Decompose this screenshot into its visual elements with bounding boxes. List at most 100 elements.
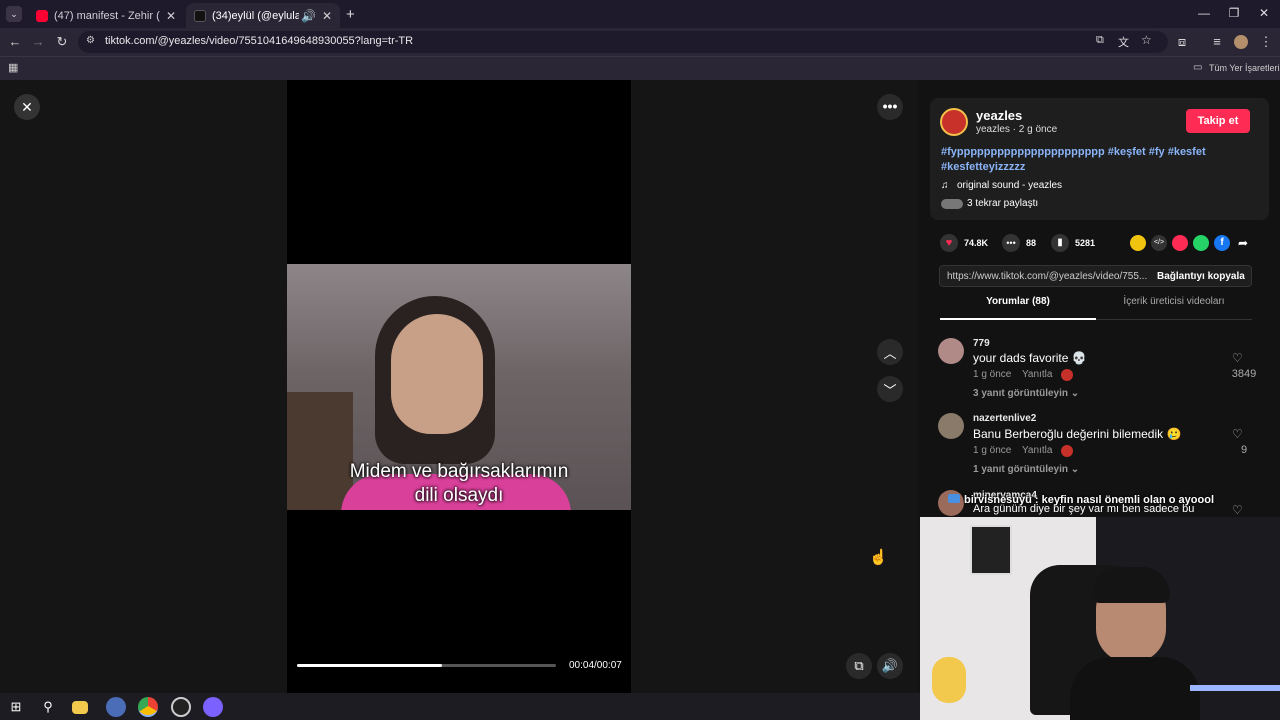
media-icon[interactable]: ≡ bbox=[1208, 34, 1226, 49]
tab-comments[interactable]: Yorumlar (88) bbox=[940, 296, 1096, 320]
windows-start-icon[interactable]: ⊞ bbox=[6, 697, 26, 717]
coin-icon[interactable] bbox=[1130, 235, 1146, 251]
poster-shape bbox=[970, 525, 1012, 575]
comment-icon: ••• bbox=[1002, 234, 1020, 252]
tab-creator-videos[interactable]: İçerik üreticisi videoları bbox=[1096, 296, 1252, 320]
comment-text: Banu Berberoğlu değerini bilemedik 🥲 bbox=[973, 427, 1182, 441]
video-player[interactable]: Midem ve bağırsaklarımın dili olsaydı 00… bbox=[287, 80, 631, 693]
file-explorer-icon[interactable] bbox=[72, 701, 88, 714]
tab-title: (34)eylül (@eylulakbyik) | Ti bbox=[212, 9, 299, 22]
apps-grid-icon[interactable]: ▦ bbox=[8, 61, 18, 74]
follow-label: Takip et bbox=[1197, 115, 1239, 127]
install-icon[interactable]: ⧉ bbox=[1096, 34, 1104, 47]
chat-text: birvisnesuyu : keyfin nasıl önemli olan … bbox=[964, 494, 1215, 506]
face-shape bbox=[391, 314, 483, 434]
toolbar: ← → ↻ ⚙ tiktok.com/@yeazles/video/755104… bbox=[0, 28, 1280, 56]
view-replies-button[interactable]: 3 yanıt görüntüleyin ⌄ bbox=[973, 388, 1079, 399]
tab-tiktok[interactable]: (34)eylül (@eylulakbyik) | Ti 🔊 ✕ bbox=[186, 3, 340, 28]
chrome-icon[interactable] bbox=[138, 697, 158, 717]
like-button[interactable]: ♥ 74.8K bbox=[940, 234, 988, 252]
chevron-down-icon[interactable]: ﹀ bbox=[877, 376, 903, 402]
search-icon[interactable]: ⚲ bbox=[38, 697, 58, 717]
address-bar[interactable]: ⚙ tiktok.com/@yeazles/video/755104164964… bbox=[78, 31, 1168, 53]
comment-heart-icon[interactable]: ♡ bbox=[1232, 351, 1243, 365]
close-icon[interactable]: ✕ bbox=[14, 94, 40, 120]
comment-username[interactable]: 779 bbox=[973, 338, 990, 349]
link-box: https://www.tiktok.com/@yeazles/video/75… bbox=[939, 265, 1252, 287]
comment-avatar[interactable] bbox=[938, 413, 964, 439]
tab-search-button[interactable]: ⌄ bbox=[6, 6, 22, 22]
video-frame: Midem ve bağırsaklarımın dili olsaydı bbox=[287, 264, 631, 510]
comment-item: nazertenlive2 Banu Berberoğlu değerini b… bbox=[938, 413, 1268, 479]
stream-chat-message: birvisnesuyu : keyfin nasıl önemli olan … bbox=[948, 494, 1214, 506]
save-button[interactable]: ▮ 5281 bbox=[1051, 234, 1095, 252]
progress-track[interactable] bbox=[297, 664, 556, 667]
tab-comments-label: Yorumlar (88) bbox=[986, 296, 1050, 307]
comment-item: 779 your dads favorite 💀 1 g önce Yanıtl… bbox=[938, 338, 1268, 404]
post-meta-card: yeazles yeazles · 2 g önce Takip et #fyp… bbox=[930, 98, 1269, 220]
chat-badge-icon bbox=[948, 494, 960, 503]
translate-icon[interactable]: 文 bbox=[1118, 34, 1129, 50]
extensions-icon[interactable]: ⧈ bbox=[1173, 34, 1191, 50]
link-text: https://www.tiktok.com/@yeazles/video/75… bbox=[947, 271, 1147, 282]
like-count: 74.8K bbox=[964, 238, 989, 248]
video-caption: Midem ve bağırsaklarımın dili olsaydı bbox=[287, 460, 631, 508]
site-info-icon[interactable]: ⚙ bbox=[86, 35, 95, 46]
comment-button[interactable]: ••• 88 bbox=[1002, 234, 1036, 252]
chevron-up-icon[interactable]: ︿ bbox=[877, 339, 903, 365]
share-arrow-icon[interactable]: ➦ bbox=[1235, 235, 1251, 251]
reply-button[interactable]: Yanıtla bbox=[1022, 445, 1052, 456]
chat-app-icon[interactable] bbox=[203, 697, 223, 717]
copy-link-button[interactable]: Bağlantıyı kopyala bbox=[1157, 271, 1245, 282]
comment-username[interactable]: nazertenlive2 bbox=[973, 413, 1036, 424]
bookmark-star-icon[interactable]: ☆ bbox=[1141, 33, 1152, 47]
close-window-button[interactable]: ✕ bbox=[1249, 6, 1279, 20]
view-replies-button[interactable]: 1 yanıt görüntüleyin ⌄ bbox=[973, 464, 1079, 475]
view-replies-label: 1 yanıt görüntüleyin bbox=[973, 464, 1069, 475]
embed-icon[interactable]: </> bbox=[1151, 235, 1167, 251]
floating-player-icon[interactable]: ⧉ bbox=[846, 653, 872, 679]
follow-button[interactable]: Takip et bbox=[1186, 109, 1250, 133]
share-icons: </> f ➦ bbox=[1130, 235, 1251, 251]
more-options-icon[interactable]: ••• bbox=[877, 94, 903, 120]
obs-icon[interactable] bbox=[171, 697, 191, 717]
send-icon[interactable] bbox=[1172, 235, 1188, 251]
comment-text: your dads favorite 💀 bbox=[973, 351, 1087, 365]
all-bookmarks-link[interactable]: Tüm Yer İşaretleri bbox=[1209, 63, 1280, 73]
author-avatar[interactable] bbox=[940, 108, 968, 136]
back-icon[interactable]: ← bbox=[6, 34, 24, 49]
hashtags[interactable]: #fypppppppppppppppppppppp #keşfet #fy #k… bbox=[941, 145, 1241, 175]
tab-youtube[interactable]: (47) manifest - Zehir (Motive R ✕ bbox=[28, 3, 184, 28]
youtube-icon bbox=[36, 9, 48, 22]
app-icon[interactable] bbox=[106, 697, 126, 717]
player-backdrop: ✕ ⚲ ••• Midem ve bağırsaklarımın dili ol… bbox=[0, 80, 918, 693]
minimize-button[interactable]: — bbox=[1189, 6, 1219, 20]
comment-like-count: 3849 bbox=[1231, 368, 1257, 380]
comment-heart-icon[interactable]: ♡ bbox=[1232, 427, 1243, 441]
creator-liked-icon bbox=[1061, 445, 1073, 457]
close-icon[interactable]: ✕ bbox=[322, 9, 332, 23]
tiktok-icon bbox=[194, 9, 206, 22]
facebook-icon[interactable]: f bbox=[1214, 235, 1230, 251]
person-hair-shape bbox=[1092, 567, 1170, 603]
new-tab-button[interactable]: + bbox=[346, 6, 355, 23]
profile-avatar[interactable] bbox=[1234, 35, 1248, 49]
speaker-icon[interactable]: 🔊 bbox=[301, 9, 316, 23]
reload-icon[interactable]: ↻ bbox=[53, 34, 71, 50]
folder-icon: ▭ bbox=[1193, 62, 1203, 73]
sound-name[interactable]: original sound - yeazles bbox=[957, 180, 1062, 191]
forward-icon[interactable]: → bbox=[29, 34, 47, 49]
cursor-icon: ☝ bbox=[869, 549, 888, 566]
reply-button[interactable]: Yanıtla bbox=[1022, 369, 1052, 380]
restore-button[interactable]: ❐ bbox=[1219, 6, 1249, 20]
comment-avatar[interactable] bbox=[938, 338, 964, 364]
whatsapp-icon[interactable] bbox=[1193, 235, 1209, 251]
reposts-text[interactable]: 3 tekrar paylaştı bbox=[967, 198, 1038, 209]
volume-icon[interactable]: 🔊 bbox=[877, 653, 903, 679]
comment-heart-icon[interactable]: ♡ bbox=[1232, 503, 1243, 517]
author-username[interactable]: yeazles bbox=[976, 108, 1022, 123]
menu-icon[interactable]: ⋮ bbox=[1257, 34, 1275, 50]
comment-time: 1 g önce bbox=[973, 369, 1012, 380]
comment-count: 88 bbox=[1026, 238, 1037, 248]
close-icon[interactable]: ✕ bbox=[166, 9, 176, 23]
